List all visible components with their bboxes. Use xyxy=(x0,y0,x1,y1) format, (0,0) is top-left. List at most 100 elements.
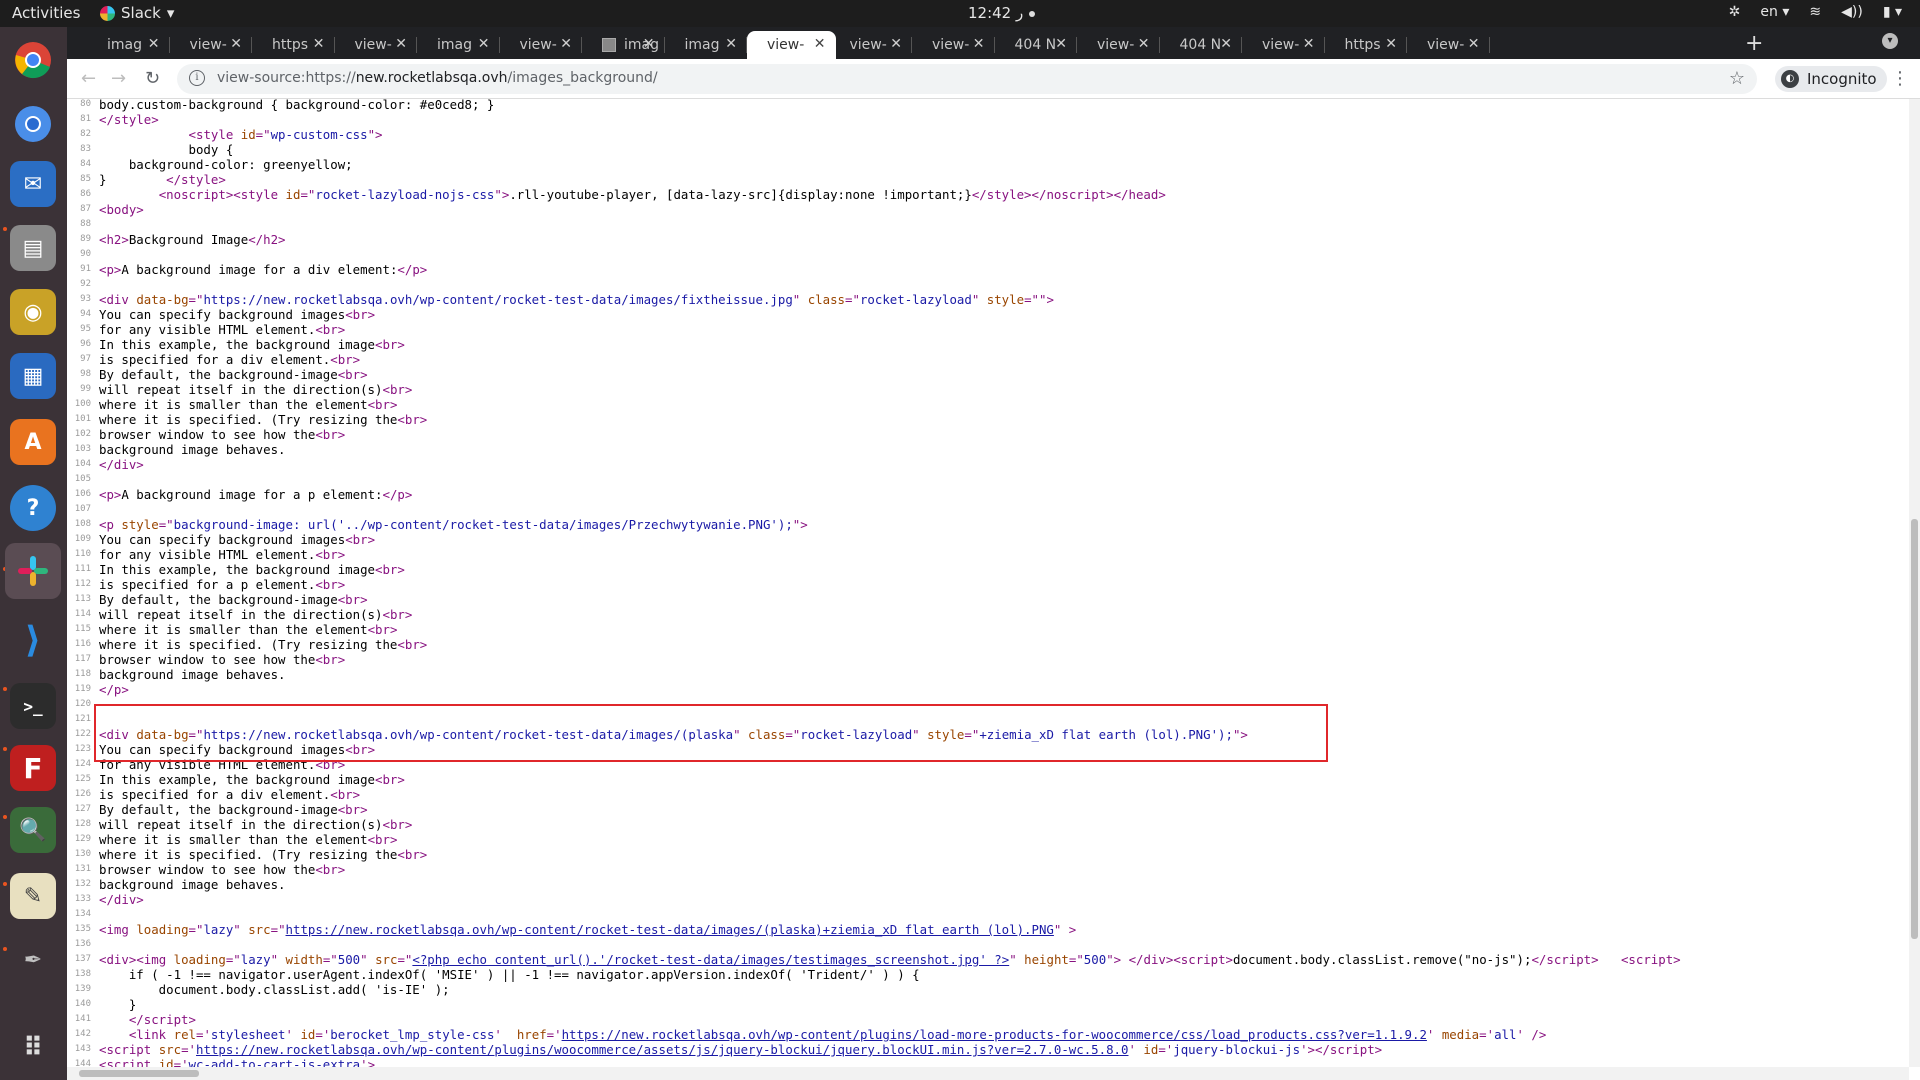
line-number: 87 xyxy=(80,204,91,214)
tab-close-icon[interactable]: ✕ xyxy=(1303,36,1315,52)
line-number: 127 xyxy=(74,804,91,814)
browser-tab[interactable]: view- ✕ xyxy=(1077,31,1160,59)
browser-tab[interactable]: imag ✕ xyxy=(87,31,170,59)
line-number: 80 xyxy=(80,99,91,109)
writer-icon[interactable]: ▦ xyxy=(10,353,56,399)
incognito-icon: ◐ xyxy=(1781,70,1799,88)
vertical-scrollbar[interactable] xyxy=(1909,99,1920,1067)
filezilla-icon[interactable]: F xyxy=(10,745,56,791)
browser-tab[interactable]: https ✕ xyxy=(1325,31,1407,59)
bookmark-star-icon[interactable]: ☆ xyxy=(1729,68,1745,89)
line-number: 131 xyxy=(74,864,91,874)
tab-label: view- xyxy=(932,37,970,53)
tab-close-icon[interactable]: ✕ xyxy=(1220,36,1232,52)
browser-menu-icon[interactable]: ⋮ xyxy=(1891,68,1909,89)
language-indicator[interactable]: en ▾ xyxy=(1760,4,1789,20)
tab-close-icon[interactable]: ✕ xyxy=(395,36,407,52)
browser-tab[interactable]: view- ✕ xyxy=(335,31,417,59)
help-icon[interactable]: ? xyxy=(10,485,56,531)
line-number: 100 xyxy=(74,399,91,409)
browser-tab[interactable]: imag ✕ xyxy=(582,31,665,59)
tab-close-icon[interactable]: ✕ xyxy=(973,36,985,52)
line-number: 140 xyxy=(74,999,91,1009)
source-code: </div> xyxy=(99,457,144,472)
line-number: 136 xyxy=(74,939,91,949)
accessibility-icon[interactable]: ✲ xyxy=(1729,4,1741,20)
line-number: 97 xyxy=(80,354,91,364)
horizontal-scrollbar[interactable] xyxy=(67,1067,1909,1080)
image-viewer-icon[interactable]: 🔍 xyxy=(10,807,56,853)
tab-close-icon[interactable]: ✕ xyxy=(478,36,490,52)
forward-button[interactable]: → xyxy=(111,68,126,89)
back-button[interactable]: ← xyxy=(81,68,96,89)
clock[interactable]: 12:42 ر xyxy=(968,4,1036,22)
horizontal-scroll-thumb[interactable] xyxy=(79,1070,199,1077)
tab-close-icon[interactable]: ✕ xyxy=(1055,36,1067,52)
wifi-icon[interactable]: ≋ xyxy=(1809,4,1821,20)
activities-button[interactable]: Activities xyxy=(12,4,80,22)
source-code: By default, the background-image<br> xyxy=(99,802,368,817)
chromium-icon[interactable] xyxy=(10,101,56,147)
tab-label: 404 N xyxy=(1179,37,1222,53)
site-info-icon[interactable]: i xyxy=(189,70,205,86)
tab-close-icon[interactable]: ✕ xyxy=(1385,36,1397,52)
tab-close-icon[interactable]: ✕ xyxy=(230,36,242,52)
rhythmbox-icon[interactable]: ◉ xyxy=(10,289,56,335)
browser-tab[interactable]: imag ✕ xyxy=(665,31,747,59)
software-center-icon[interactable]: A xyxy=(10,419,56,465)
address-bar[interactable]: i view-source:https://new.rocketlabsqa.o… xyxy=(177,64,1757,94)
browser-tab[interactable]: view- ✕ xyxy=(1242,31,1325,59)
browser-tab[interactable]: view- ✕ xyxy=(170,31,252,59)
source-code: where it is specified. (Try resizing the… xyxy=(99,847,428,862)
show-apps-icon[interactable]: ⠿ xyxy=(10,1025,56,1071)
line-number: 123 xyxy=(74,744,91,754)
app-menu[interactable]: Slack ▾ xyxy=(100,4,174,22)
battery-icon[interactable]: ▮ ▾ xyxy=(1883,4,1902,20)
thunderbird-icon[interactable]: ✉ xyxy=(10,161,56,207)
volume-icon[interactable]: ◀)) xyxy=(1841,4,1863,20)
vscode-icon[interactable]: ⟩ xyxy=(10,617,56,663)
tab-close-icon[interactable]: ✕ xyxy=(313,36,325,52)
address-url[interactable]: view-source:https://new.rocketlabsqa.ovh… xyxy=(217,70,658,86)
draw-icon[interactable]: ✒ xyxy=(10,937,56,983)
browser-tab[interactable]: 404 N ✕ xyxy=(995,31,1077,59)
tab-close-icon[interactable]: ✕ xyxy=(725,36,737,52)
chrome-icon[interactable] xyxy=(10,37,56,83)
browser-tab[interactable]: 404 N ✕ xyxy=(1160,31,1242,59)
running-indicator xyxy=(3,227,7,231)
browser-tab[interactable]: view- ✕ xyxy=(1407,31,1490,59)
source-code: where it is smaller than the element<br> xyxy=(99,622,398,637)
tab-close-icon[interactable]: ✕ xyxy=(814,36,826,52)
source-code: <link rel='stylesheet' id='berocket_lmp_… xyxy=(128,1027,1547,1042)
tab-close-icon[interactable]: ✕ xyxy=(890,36,902,52)
line-number: 84 xyxy=(80,159,91,169)
terminal-icon[interactable]: >_ xyxy=(10,683,56,729)
tab-close-icon[interactable]: ✕ xyxy=(643,36,655,52)
browser-tab[interactable]: imag ✕ xyxy=(417,31,500,59)
slack-app-icon[interactable] xyxy=(5,543,61,599)
text-editor-icon[interactable]: ✎ xyxy=(10,873,56,919)
view-source-content[interactable]: 80 body.custom-background { background-co… xyxy=(67,99,1909,1067)
source-code: <noscript><style id="rocket-lazyload-noj… xyxy=(158,187,1166,202)
line-number: 89 xyxy=(80,234,91,244)
line-number: 115 xyxy=(74,624,91,634)
tab-close-icon[interactable]: ✕ xyxy=(1138,36,1150,52)
browser-tab[interactable]: view- ✕ xyxy=(912,31,995,59)
source-code: body.custom-background { background-colo… xyxy=(99,99,495,112)
browser-tab[interactable]: view- ✕ xyxy=(747,31,836,59)
incognito-indicator[interactable]: ◐ Incognito xyxy=(1775,66,1887,92)
tab-close-icon[interactable]: ✕ xyxy=(148,36,160,52)
browser-tab[interactable]: view- ✕ xyxy=(500,31,582,59)
tab-strip: imag ✕ view- ✕ https ✕ view- ✕ imag ✕ view- ✕ imag ✕ i… xyxy=(67,27,1920,59)
vertical-scroll-thumb[interactable] xyxy=(1911,519,1918,939)
browser-tab[interactable]: view- ✕ xyxy=(830,31,912,59)
browser-tab[interactable]: https ✕ xyxy=(252,31,335,59)
reload-button[interactable]: ↻ xyxy=(145,68,160,89)
files-icon[interactable]: ▤ xyxy=(10,225,56,271)
system-tray[interactable]: ✲ en ▾ ≋ ◀)) ▮ ▾ xyxy=(1729,4,1902,20)
tab-close-icon[interactable]: ✕ xyxy=(560,36,572,52)
new-tab-button[interactable]: + xyxy=(1745,31,1763,56)
tab-close-icon[interactable]: ✕ xyxy=(1468,36,1480,52)
tab-search-icon[interactable]: ▾ xyxy=(1882,33,1898,49)
line-number: 109 xyxy=(74,534,91,544)
